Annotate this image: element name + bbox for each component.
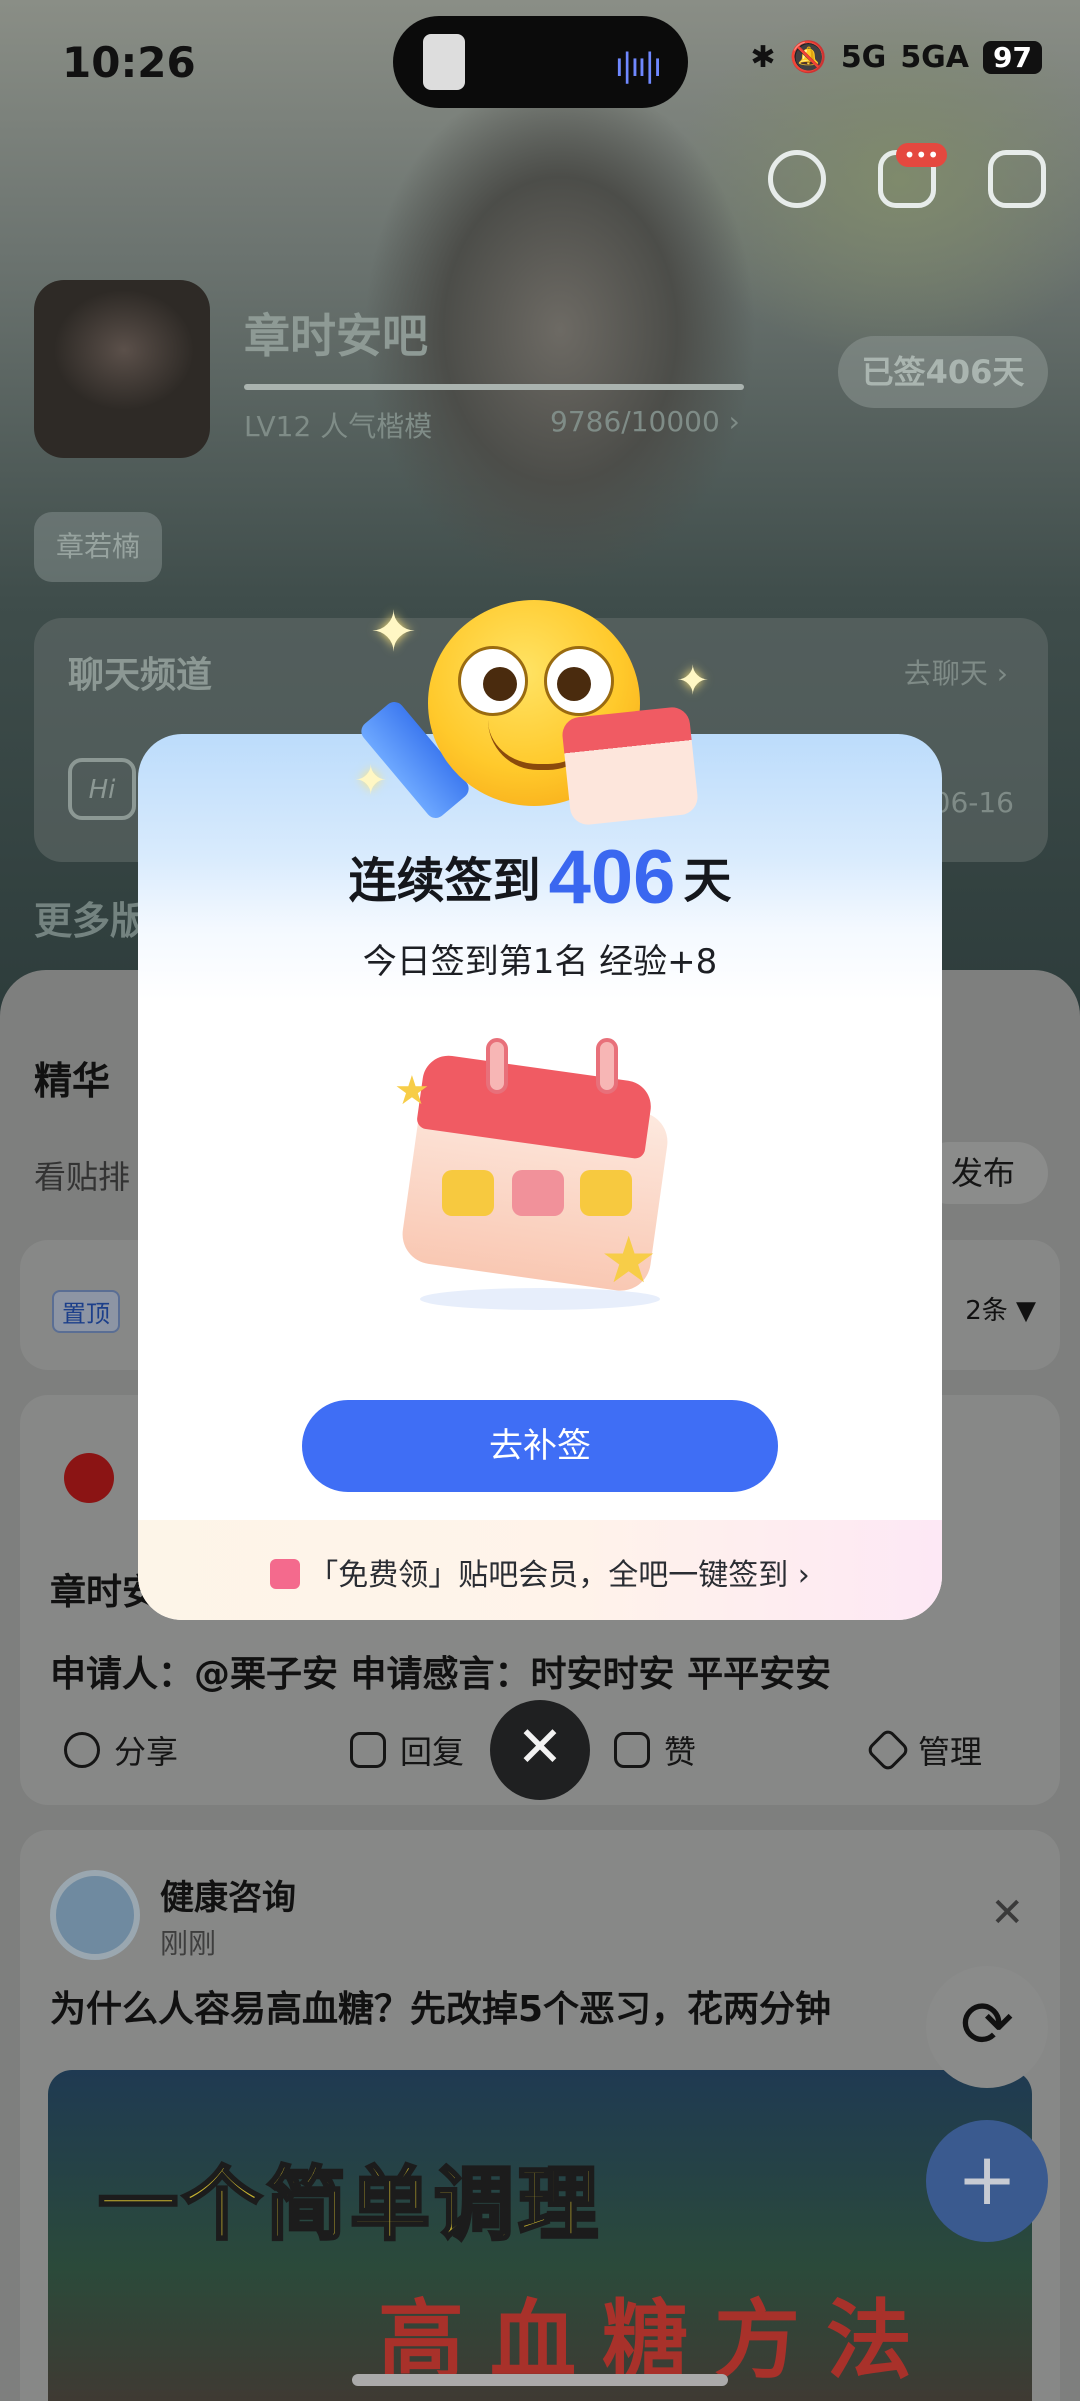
sparkle-icon: ✦ [676, 658, 710, 704]
user-level: LV12 人气楷模 [244, 410, 433, 443]
mascot-eye [544, 646, 614, 716]
sparkle-icon: ✦ [370, 600, 417, 665]
ad-card[interactable]: 健康咨询 刚刚 ✕ 为什么人容易高血糖？先改掉5个恶习，花两分钟 一个简单调理 … [20, 1830, 1060, 2401]
streak-prefix: 连续签到 [348, 853, 541, 909]
mascot-pupil [557, 667, 591, 701]
forum-tag[interactable]: 章若楠 [34, 512, 163, 582]
mini-calendar-icon [560, 705, 700, 827]
go-chat-link[interactable]: 去聊天 › [904, 652, 1008, 692]
star-icon: ★ [394, 1068, 430, 1114]
checkin-modal: 连续签到 406 天 今日签到第1名 经验+8 ★ ★ 去补签 「免费领」贴吧会员，… [138, 734, 942, 1620]
makeup-checkin-button[interactable]: 去补签 [302, 1400, 778, 1492]
mascot-eye [458, 646, 528, 716]
ad-title[interactable]: 为什么人容易高血糖？先改掉5个恶习，花两分钟 [50, 1980, 950, 2032]
advertiser-name[interactable]: 健康咨询 [160, 1870, 296, 1919]
forum-name[interactable]: 章时安吧 [244, 300, 428, 366]
dynamic-island: ı|ıı|ı [393, 16, 688, 108]
reply-button[interactable]: 回复 [350, 1727, 464, 1773]
add-post-button[interactable]: + [926, 2120, 1048, 2242]
edit-icon[interactable] [988, 150, 1046, 208]
status-icons: ✱ 🔕 5G 5GA 97 [750, 40, 1042, 75]
reply-label: 回复 [400, 1733, 465, 1771]
home-indicator [352, 2374, 728, 2386]
music-thumbnail [423, 34, 465, 90]
like-label: 赞 [664, 1733, 697, 1771]
audio-wave-icon: ı|ıı|ı [614, 46, 662, 84]
close-modal-button[interactable]: ✕ [490, 1700, 590, 1800]
refresh-button[interactable] [926, 1966, 1048, 2088]
share-button[interactable]: 分享 [64, 1727, 178, 1773]
user-exp[interactable]: 9786/10000 › [550, 405, 740, 438]
gift-icon [270, 1559, 301, 1589]
vip-promo-text[interactable]: 「免费领」贴吧会员，全吧一键签到 › [138, 1550, 942, 1594]
share-icon [64, 1732, 100, 1768]
share-label: 分享 [114, 1733, 179, 1771]
header-actions: ••• [768, 143, 1046, 208]
star-icon: ★ [600, 1224, 658, 1298]
vip-promo-banner[interactable]: 「免费领」贴吧会员，全吧一键签到 › [138, 1520, 942, 1620]
signed-days-button[interactable]: 已签406天 [838, 336, 1048, 408]
sparkle-icon: ✦ [354, 758, 388, 804]
bluetooth-icon: ✱ [750, 40, 776, 75]
search-icon[interactable] [768, 150, 826, 208]
battery-icon: 97 [983, 41, 1042, 74]
manage-label: 管理 [918, 1733, 983, 1771]
reply-icon [350, 1732, 386, 1768]
post-content[interactable]: 申请人：@栗子安 申请感言：时安时安 平平安安 [50, 1645, 831, 1697]
chat-date: 06-16 [932, 786, 1014, 819]
chat-hi-icon: Hi [68, 758, 136, 820]
streak-title: 连续签到 406 天 [138, 834, 942, 921]
message-badge: ••• [895, 143, 947, 167]
close-icon[interactable]: ✕ [990, 1890, 1024, 1936]
pinned-tag: 置顶 [52, 1290, 120, 1333]
status-bar: 10:26 ı|ıı|ı ✱ 🔕 5G 5GA 97 [0, 0, 1080, 120]
forum-avatar[interactable] [34, 280, 210, 458]
ad-time: 刚刚 [160, 1927, 217, 1960]
checked-box-icon [442, 1170, 494, 1216]
user-avatar[interactable] [64, 1453, 114, 1503]
ad-image-text-1: 一个简单调理 [97, 2157, 602, 2253]
message-icon[interactable]: ••• [878, 143, 947, 208]
mute-icon: 🔕 [789, 40, 827, 75]
manage-icon [865, 1727, 911, 1773]
calendar-illustration: ★ ★ [394, 1038, 680, 1310]
manage-button[interactable]: 管理 [865, 1727, 983, 1773]
more-sections-title: 更多版 [34, 899, 149, 943]
calendar-ring [596, 1038, 618, 1094]
sort-label[interactable]: 看贴排 [34, 1152, 130, 1198]
calendar-ring [486, 1038, 508, 1094]
checked-box-icon [580, 1170, 632, 1216]
pinned-count[interactable]: 2条 ▼ [965, 1290, 1036, 1327]
empty-box-icon [512, 1170, 564, 1216]
streak-suffix: 天 [683, 853, 732, 909]
mascot-pupil [483, 667, 517, 701]
level-progress-bar [244, 384, 744, 390]
checkin-subtitle: 今日签到第1名 经验+8 [362, 942, 718, 982]
chat-channel-title: 聊天频道 [68, 655, 213, 696]
streak-days: 406 [548, 835, 676, 920]
vip-promo-label: 「免费领」贴吧会员，全吧一键签到 › [308, 1558, 810, 1593]
like-button[interactable]: 赞 [614, 1727, 696, 1773]
status-time: 10:26 [62, 38, 196, 87]
advertiser-logo[interactable] [50, 1870, 140, 1960]
ad-image[interactable]: 一个简单调理 高血糖方法 [48, 2070, 1032, 2401]
signal-5g-icon: 5G [840, 40, 887, 75]
thumbs-up-icon [614, 1732, 650, 1768]
featured-tab[interactable]: 精华 [34, 1050, 110, 1105]
signal-5ga-icon: 5GA [900, 40, 970, 75]
